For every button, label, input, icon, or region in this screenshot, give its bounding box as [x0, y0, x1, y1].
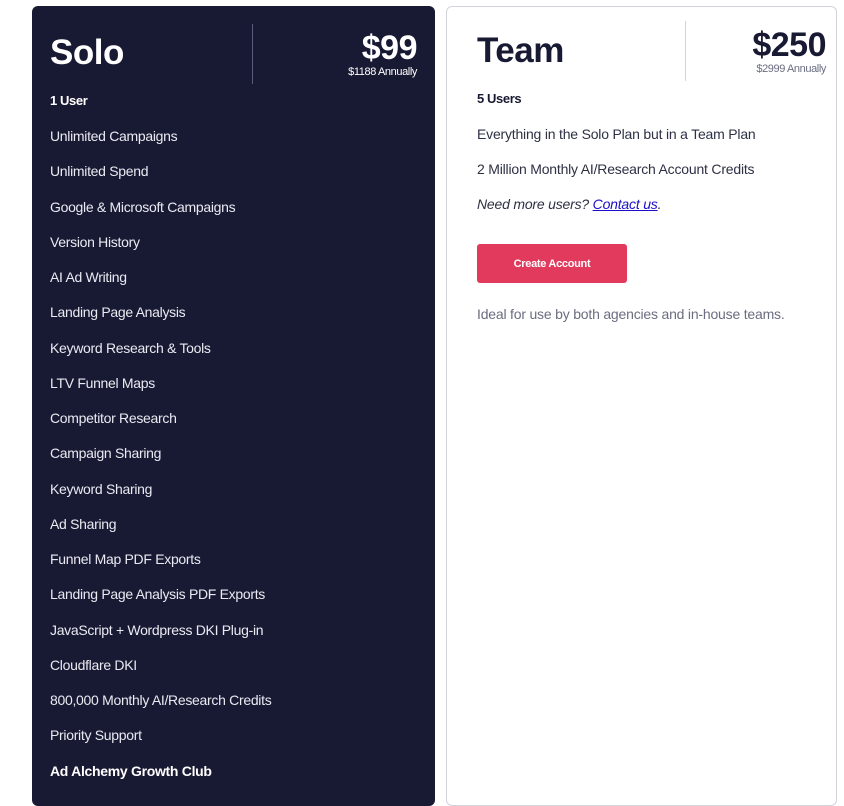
- feature-item: Cloudflare DKI: [50, 656, 137, 673]
- feature-item: 2 Million Monthly AI/Research Account Cr…: [477, 161, 755, 177]
- feature-item: Keyword Sharing: [50, 480, 153, 497]
- feature-item: Landing Page Analysis: [50, 304, 186, 321]
- team-feature-list: Everything in the Solo Plan but in a Tea…: [477, 124, 756, 229]
- team-plan-card: Team $250 $2999 Annually 5 Users Everyth…: [446, 6, 837, 806]
- feature-item: AI Ad Writing: [50, 269, 127, 285]
- user-count: 1 User: [50, 93, 88, 108]
- header-divider: [252, 24, 253, 84]
- feature-item-growth-club: Ad Alchemy Growth Club: [50, 762, 212, 779]
- contact-suffix: .: [657, 196, 662, 212]
- price-block: $250 $2999 Annually: [752, 27, 826, 75]
- solo-plan-card: Solo $99 $1188 Annually 1 User Unlimited…: [32, 6, 435, 806]
- feature-list: Unlimited Campaigns Unlimited Spend Goog…: [50, 126, 272, 796]
- contact-us-link[interactable]: Contact us: [593, 196, 658, 212]
- feature-item: 800,000 Monthly AI/Research Credits: [50, 692, 272, 708]
- monthly-price: $250: [752, 26, 826, 64]
- feature-item: Unlimited Campaigns: [50, 128, 178, 144]
- annual-price: $2999 Annually: [756, 63, 826, 75]
- feature-item: Funnel Map PDF Exports: [50, 551, 201, 567]
- create-account-button[interactable]: Create Account: [477, 244, 627, 283]
- plan-name: Solo: [50, 33, 124, 72]
- feature-item: Everything in the Solo Plan but in a Tea…: [477, 126, 756, 142]
- more-users-text: Need more users?: [477, 196, 593, 212]
- feature-item: Version History: [50, 233, 140, 250]
- more-users-line: Need more users? Contact us.: [477, 194, 756, 229]
- price-block: $99 $1188 Annually: [348, 30, 417, 78]
- feature-item: Campaign Sharing: [50, 445, 162, 462]
- team-note: Ideal for use by both agencies and in-ho…: [477, 306, 785, 322]
- feature-item: LTV Funnel Maps: [50, 374, 155, 391]
- feature-item: Competitor Research: [50, 410, 177, 426]
- feature-item: Google & Microsoft Campaigns: [50, 198, 236, 215]
- monthly-price: $99: [361, 29, 418, 67]
- feature-item: JavaScript + Wordpress DKI Plug-in: [50, 621, 264, 638]
- header-divider: [685, 21, 686, 81]
- feature-item: Unlimited Spend: [50, 163, 149, 180]
- feature-item: Ad Sharing: [50, 515, 117, 532]
- user-count: 5 Users: [477, 91, 522, 106]
- plan-name: Team: [477, 31, 564, 70]
- feature-item: Priority Support: [50, 727, 142, 744]
- feature-item: Landing Page Analysis PDF Exports: [50, 586, 266, 603]
- annual-price: $1188 Annually: [348, 66, 417, 78]
- feature-item: Keyword Research & Tools: [50, 339, 211, 356]
